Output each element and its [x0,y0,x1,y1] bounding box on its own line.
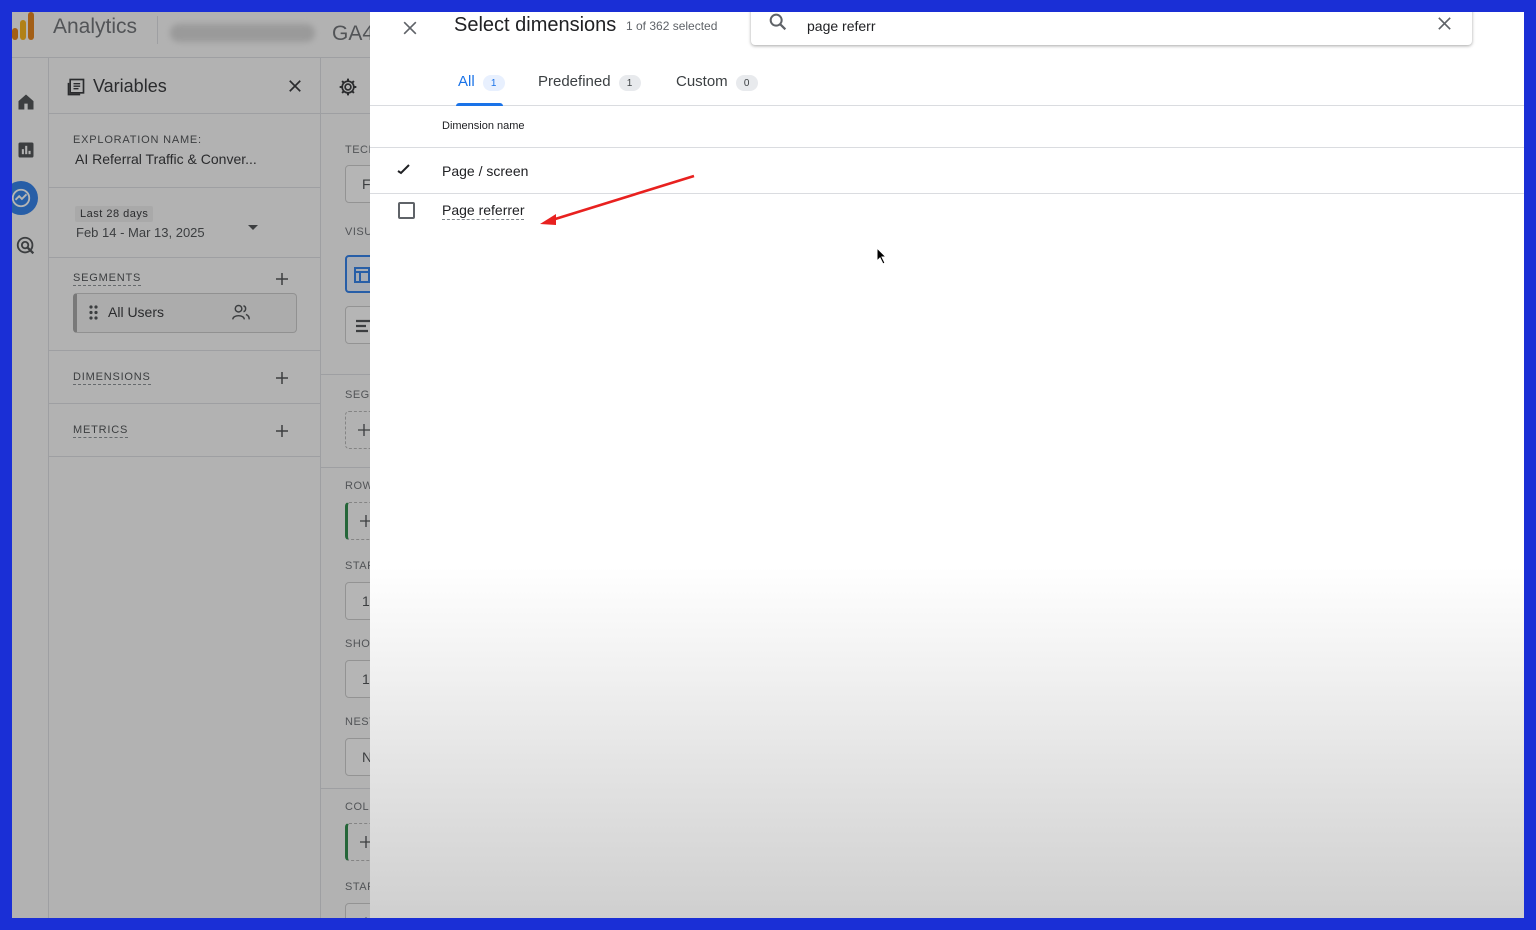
date-range-value: Feb 14 - Mar 13, 2025 [76,225,205,240]
left-rail [12,58,49,918]
users-icon [231,303,251,326]
divider [321,467,370,468]
add-dimension-icon[interactable] [273,369,291,392]
variables-list-icon [66,77,86,102]
gear-icon [338,77,358,102]
dimension-name: Page / screen [442,163,529,179]
search-input[interactable] [807,12,1407,39]
add-segment-icon[interactable] [273,270,291,293]
tab-predefined[interactable]: Predefined 1 [538,73,641,106]
clear-search-icon[interactable] [1436,15,1453,37]
exploration-name-section: EXPLORATION NAME: AI Referral Traffic & … [49,114,321,188]
dimension-tabs: All 1 Predefined 1 Custom 0 [370,68,1524,106]
segments-label: SEGMENTS [73,272,142,286]
date-preset: Last 28 days [75,206,154,222]
column-header: Dimension name [442,120,525,132]
checkmark-icon[interactable] [396,162,412,181]
divider [321,374,370,375]
tab-predefined-label: Predefined [538,73,611,90]
close-icon[interactable] [286,77,304,100]
annotation-arrow [540,174,695,225]
app-title: Analytics [53,15,138,38]
app-background: Analytics GA4 Variables EXPLORATION NAME… [12,12,385,918]
reports-icon[interactable] [12,136,40,164]
home-icon[interactable] [12,88,40,116]
dimensions-section: DIMENSIONS [49,351,321,404]
tab-custom[interactable]: Custom 0 [676,73,758,106]
metrics-label: METRICS [73,424,129,438]
checkbox[interactable] [398,202,415,219]
variables-header: Variables [49,58,321,114]
tab-custom-label: Custom [676,73,728,90]
variables-title: Variables [93,76,167,96]
search-box [751,12,1472,45]
exploration-name-value[interactable]: AI Referral Traffic & Conver... [75,151,257,167]
select-dimensions-dialog: Select dimensions 1 of 362 selected All … [370,12,1524,918]
date-range-section[interactable]: Last 28 days Feb 14 - Mar 13, 2025 [49,188,321,258]
segments-section: SEGMENTS All Users [49,258,321,351]
exploration-name-label: EXPLORATION NAME: [73,134,202,146]
divider [321,788,370,789]
tab-predefined-count: 1 [618,75,641,91]
drag-handle-icon[interactable] [89,305,99,325]
mouse-cursor-icon [876,247,888,265]
add-metric-icon[interactable] [273,422,291,445]
tab-settings-column: TECH F VISU SEGI ROW STAF 1 SHO 1 NEST N… [321,58,385,918]
dialog-title: Select dimensions [454,14,617,36]
selected-count: 1 of 362 selected [626,19,718,33]
segment-chip-label: All Users [108,304,165,320]
account-name-blurred[interactable] [170,24,315,42]
screen-frame: Analytics GA4 Variables EXPLORATION NAME… [12,12,1524,918]
dimensions-label: DIMENSIONS [73,371,151,385]
search-icon [767,12,789,38]
advertising-icon[interactable] [12,232,40,260]
active-tab-indicator [456,103,503,106]
top-bar: Analytics GA4 [12,12,374,58]
explore-icon[interactable] [12,181,38,215]
tab-all-label: All [458,73,475,90]
divider [157,16,158,44]
tab-all[interactable]: All 1 [456,73,505,106]
tab-custom-count: 0 [735,75,758,91]
analytics-logo [12,12,36,40]
tab-settings-header [321,58,370,114]
close-icon[interactable] [400,18,420,43]
dropdown-arrow-icon[interactable] [248,218,258,236]
property-name[interactable]: GA4 [332,22,374,46]
metrics-section: METRICS [49,404,321,457]
tab-all-count: 1 [482,75,505,91]
segment-chip[interactable]: All Users [73,293,297,333]
dimension-name: Page referrer [442,202,525,220]
variables-panel: Variables EXPLORATION NAME: AI Referral … [49,58,321,918]
